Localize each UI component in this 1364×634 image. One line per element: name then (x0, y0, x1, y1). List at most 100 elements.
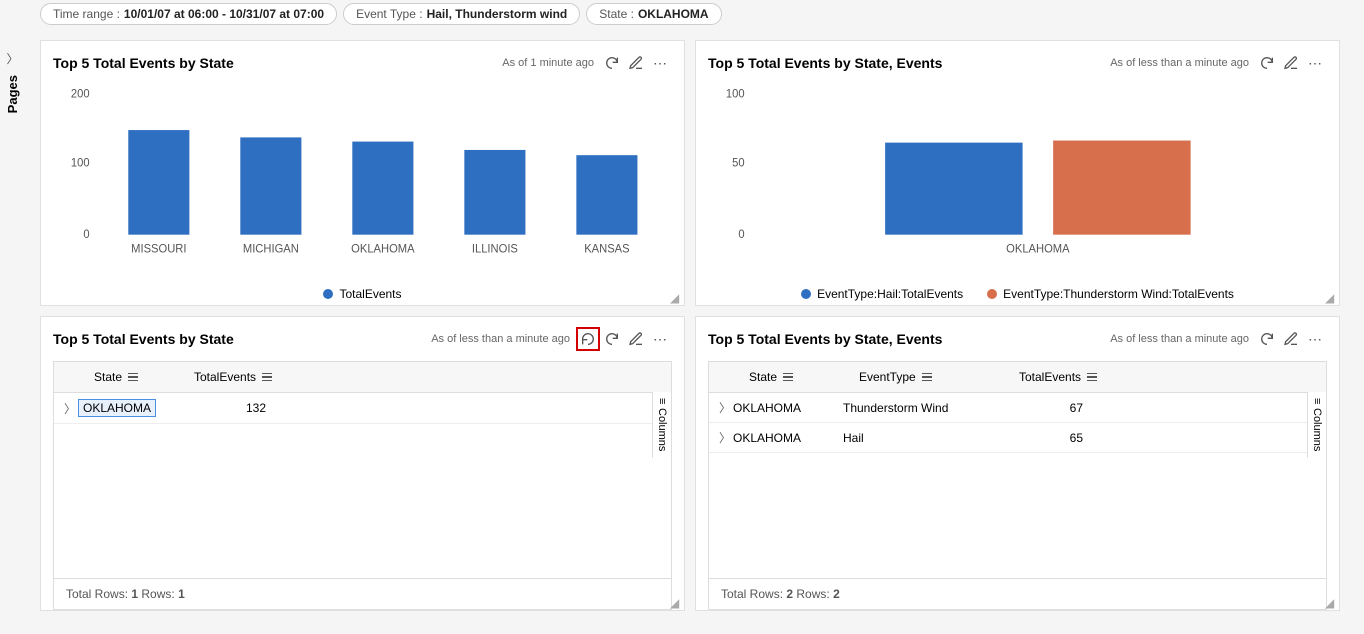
svg-text:OKLAHOMA: OKLAHOMA (351, 243, 415, 255)
tile-status: As of less than a minute ago (1110, 57, 1249, 69)
legend-label: EventType:Thunderstorm Wind:TotalEvents (1003, 287, 1234, 301)
expand-column (709, 362, 739, 392)
results-table: State TotalEvents ≡ Columns 〉 OKLAHOMA 1… (53, 361, 672, 610)
tile-top5-events-by-state-events-table: Top 5 Total Events by State, Events As o… (695, 316, 1340, 611)
expand-row-icon[interactable]: 〉 (719, 399, 733, 416)
column-header-totalevents[interactable]: TotalEvents (184, 362, 304, 392)
results-table: State EventType TotalEvents ≡ Columns 〉 (708, 361, 1327, 610)
pages-panel-label: Pages (5, 75, 20, 113)
tile-title: Top 5 Total Events by State (53, 55, 502, 71)
column-header-eventtype[interactable]: EventType (849, 362, 1009, 392)
edit-icon[interactable] (1279, 327, 1303, 351)
svg-text:ILLINOIS: ILLINOIS (472, 243, 518, 255)
columns-toggle[interactable]: ≡ Columns (652, 392, 671, 458)
refresh-icon[interactable] (1255, 327, 1279, 351)
table-row[interactable]: 〉 OKLAHOMA Hail 65 (709, 423, 1326, 453)
svg-text:MICHIGAN: MICHIGAN (243, 243, 299, 255)
refresh-icon[interactable] (600, 327, 624, 351)
legend-item-hail[interactable]: EventType:Hail:TotalEvents (801, 287, 963, 301)
column-header-totalevents[interactable]: TotalEvents (1009, 362, 1119, 392)
cell-state: OKLAHOMA (733, 401, 843, 415)
undo-button[interactable] (576, 327, 600, 351)
tile-top5-events-by-state-table: Top 5 Total Events by State As of less t… (40, 316, 685, 611)
column-menu-icon[interactable] (128, 373, 138, 382)
resize-handle-icon[interactable]: ◢ (670, 596, 682, 608)
legend-label: EventType:Hail:TotalEvents (817, 287, 963, 301)
expand-column (54, 362, 84, 392)
table-header: State EventType TotalEvents (709, 362, 1326, 393)
filter-value: Hail, Thunderstorm wind (427, 7, 568, 21)
columns-icon: ≡ (1311, 398, 1323, 404)
expand-row-icon[interactable]: 〉 (64, 400, 78, 417)
column-header-state[interactable]: State (84, 362, 184, 392)
legend-item-thunderstorm[interactable]: EventType:Thunderstorm Wind:TotalEvents (987, 287, 1234, 301)
tile-status: As of less than a minute ago (431, 333, 570, 345)
columns-toggle[interactable]: ≡ Columns (1307, 392, 1326, 458)
filter-label: Event Type : (356, 7, 423, 21)
tile-top5-events-by-state-chart: Top 5 Total Events by State As of 1 minu… (40, 40, 685, 306)
edit-icon[interactable] (624, 327, 648, 351)
svg-text:50: 50 (732, 158, 744, 170)
column-menu-icon[interactable] (922, 373, 932, 382)
tile-title: Top 5 Total Events by State (53, 331, 431, 347)
table-row[interactable]: 〉 OKLAHOMA 132 (54, 393, 671, 424)
refresh-icon[interactable] (1255, 51, 1279, 75)
legend-swatch (801, 289, 811, 299)
more-icon[interactable]: ⋯ (1303, 327, 1327, 351)
more-icon[interactable]: ⋯ (648, 51, 672, 75)
table-row[interactable]: 〉 OKLAHOMA Thunderstorm Wind 67 (709, 393, 1326, 423)
edit-icon[interactable] (1279, 51, 1303, 75)
tile-title: Top 5 Total Events by State, Events (708, 331, 1110, 347)
filter-value: OKLAHOMA (638, 7, 709, 21)
resize-handle-icon[interactable]: ◢ (1325, 596, 1337, 608)
table-footer: Total Rows: 1 Rows: 1 (54, 578, 671, 609)
chart-legend: EventType:Hail:TotalEvents EventType:Thu… (696, 287, 1339, 301)
edit-icon[interactable] (624, 51, 648, 75)
filter-event-type[interactable]: Event Type : Hail, Thunderstorm wind (343, 3, 580, 25)
filter-value: 10/01/07 at 06:00 - 10/31/07 at 07:00 (124, 7, 324, 21)
refresh-icon[interactable] (600, 51, 624, 75)
expand-row-icon[interactable]: 〉 (719, 429, 733, 446)
cell-total: 65 (1003, 431, 1083, 445)
filter-state[interactable]: State : OKLAHOMA (586, 3, 721, 25)
resize-handle-icon[interactable]: ◢ (670, 291, 682, 303)
svg-text:100: 100 (71, 158, 90, 170)
svg-text:KANSAS: KANSAS (584, 243, 630, 255)
table-body: 〉 OKLAHOMA 132 (54, 393, 671, 578)
filter-bar: Time range : 10/01/07 at 06:00 - 10/31/0… (40, 3, 722, 25)
column-menu-icon[interactable] (1087, 373, 1097, 382)
column-menu-icon[interactable] (262, 373, 272, 382)
table-header: State TotalEvents (54, 362, 671, 393)
svg-text:0: 0 (83, 229, 89, 241)
svg-text:0: 0 (738, 229, 744, 241)
bar-chart: 200 100 0 MISSOURI MICHIGAN OKLAHOMA ILL… (41, 79, 684, 307)
legend-swatch (323, 289, 333, 299)
cell-eventtype: Thunderstorm Wind (843, 401, 1003, 415)
pages-panel-toggle[interactable]: 〉 Pages (5, 50, 20, 113)
legend-item[interactable]: TotalEvents (323, 287, 401, 301)
cell-total: 132 (178, 401, 266, 415)
filter-label: State : (599, 7, 634, 21)
filter-time-range[interactable]: Time range : 10/01/07 at 06:00 - 10/31/0… (40, 3, 337, 25)
chart-legend: TotalEvents (41, 287, 684, 301)
tile-status: As of less than a minute ago (1110, 333, 1249, 345)
svg-text:MISSOURI: MISSOURI (131, 243, 186, 255)
column-header-state[interactable]: State (739, 362, 849, 392)
svg-text:OKLAHOMA: OKLAHOMA (1006, 243, 1070, 255)
legend-label: TotalEvents (339, 287, 401, 301)
cell-eventtype: Hail (843, 431, 1003, 445)
cell-state: OKLAHOMA (78, 399, 156, 417)
filter-label: Time range : (53, 7, 120, 21)
tile-title: Top 5 Total Events by State, Events (708, 55, 1110, 71)
svg-text:100: 100 (726, 89, 745, 101)
columns-icon: ≡ (656, 398, 668, 404)
more-icon[interactable]: ⋯ (1303, 51, 1327, 75)
table-body: 〉 OKLAHOMA Thunderstorm Wind 67 〉 OKLAHO… (709, 393, 1326, 578)
svg-text:200: 200 (71, 89, 90, 101)
tile-status: As of 1 minute ago (502, 57, 594, 69)
more-icon[interactable]: ⋯ (648, 327, 672, 351)
column-menu-icon[interactable] (783, 373, 793, 382)
cell-total: 67 (1003, 401, 1083, 415)
resize-handle-icon[interactable]: ◢ (1325, 291, 1337, 303)
cell-state: OKLAHOMA (733, 431, 843, 445)
